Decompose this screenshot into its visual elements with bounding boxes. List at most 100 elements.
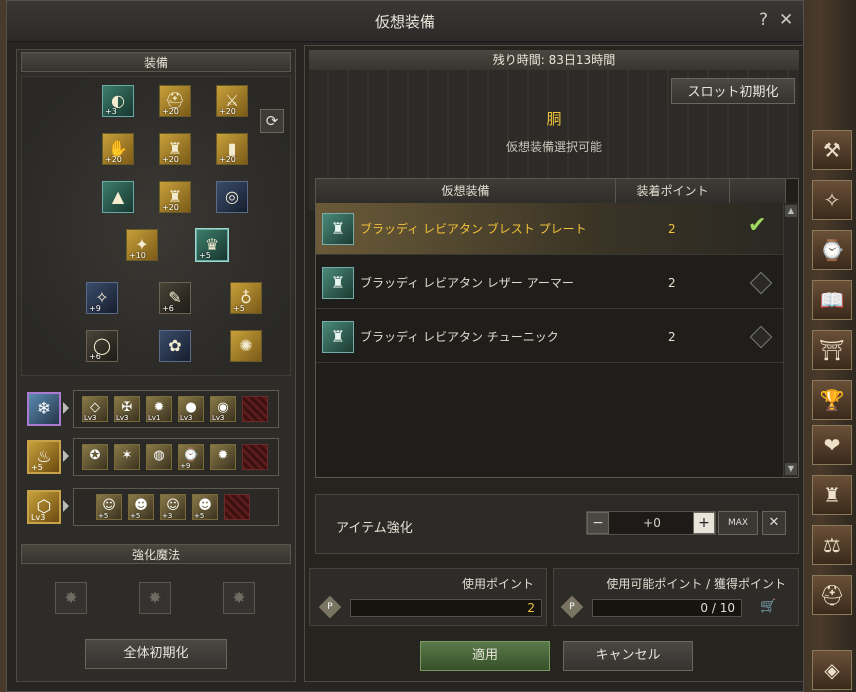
scroll-down-icon[interactable]: ▼ [785, 463, 797, 475]
gem-glyph: ✹ [153, 400, 165, 415]
reset-all-button[interactable]: 全体初期化 [85, 639, 227, 669]
heart-icon[interactable]: ❤ [812, 425, 852, 465]
check-icon[interactable]: ✔ [748, 213, 766, 238]
emerald-icon[interactable]: ✠ Lv3 [114, 396, 140, 422]
selection-panel: 残り時間: 83日13時間 スロット初期化 胴 仮想装備選択可能 仮想装備 装着… [304, 45, 804, 682]
axes-icon[interactable]: ⚒ [812, 130, 852, 170]
armor-icon: ♜ [322, 213, 354, 245]
scroll-up-icon[interactable]: ▲ [785, 205, 797, 217]
row-name: ブラッディ レビアタン チューニック [360, 330, 559, 344]
magic-slot-2[interactable]: ✸ [139, 582, 171, 614]
book-icon[interactable]: ✎ +6 [159, 282, 191, 314]
compass-star-icon[interactable]: ✧ [812, 180, 852, 220]
empty-slot-icon[interactable] [242, 444, 268, 470]
sapphire-icon[interactable]: ◉ Lv3 [210, 396, 236, 422]
knight-helmet-icon[interactable]: ⛑ [812, 575, 852, 615]
cancel-button[interactable]: キャンセル [563, 641, 693, 671]
title-bar: 仮想装備 ? ✕ [7, 1, 803, 42]
clock-icon[interactable]: ⌚ [812, 230, 852, 270]
clock-gem-icon[interactable]: ⌚ +9 [178, 444, 204, 470]
slot-reset-button[interactable]: スロット初期化 [671, 78, 795, 104]
table-row[interactable]: ♜ ブラッディ レビアタン レザー アーマー 2 [316, 257, 784, 309]
set-gem-slots: ✪ ✶ ◍ ⌚ +9 ✹ [73, 438, 279, 476]
gem-glyph: ● [185, 400, 197, 415]
doll-cat-icon[interactable]: ☻ +5 [192, 494, 218, 520]
slot-count: +6 [89, 352, 101, 361]
belt-icon[interactable]: ♜ +20 [159, 181, 191, 213]
shoulder-icon[interactable]: ⚔ +20 [216, 85, 248, 117]
gloves-icon[interactable]: ✋ +20 [102, 133, 134, 165]
doll-orange-icon[interactable]: ☺ +3 [160, 494, 186, 520]
available-points-box: 使用可能ポイント / 獲得ポイント P 0 / 10 🛒 [553, 568, 799, 626]
ring-icon[interactable]: ◯ +6 [86, 330, 118, 362]
temple-icon[interactable]: ⛩ [812, 330, 852, 370]
plus-button[interactable]: + [693, 512, 715, 534]
equip-grid: ⟳ ◐ +3 ⛑ +20 ⚔ +20 ✋ +20 ♜ +20 ▮ +20 ▲ ♜ +20 ◎ ✦ +10 ♛ +5 ✧ +… [21, 76, 291, 376]
scales-icon[interactable]: ⚖ [812, 525, 852, 565]
greaves-icon[interactable]: ▮ +20 [216, 133, 248, 165]
gem-level: Lv1 [148, 414, 161, 422]
trophy-icon[interactable]: 🏆 [812, 380, 852, 420]
minus-button[interactable]: − [587, 512, 609, 534]
unchecked-diamond-icon[interactable] [749, 271, 773, 295]
magic-slot-3[interactable]: ✸ [223, 582, 255, 614]
magic-slot-1[interactable]: ✸ [55, 582, 87, 614]
helmet-icon[interactable]: ⛑ +20 [159, 85, 191, 117]
table-scrollbar[interactable]: ▲ ▼ [783, 203, 798, 477]
slot-count: +20 [219, 155, 236, 164]
pearl-gem-icon[interactable]: ◍ [146, 444, 172, 470]
gem-glyph: ☺ [166, 498, 180, 513]
doll-pink-icon[interactable]: ☺ +5 [96, 494, 122, 520]
crystal-icon[interactable]: ❄ [27, 392, 61, 426]
max-button[interactable]: MAX [718, 511, 758, 535]
flame-gem-icon[interactable]: ✹ [210, 444, 236, 470]
orb-icon[interactable]: ♨ +5 [27, 440, 61, 474]
gem-glyph: ◍ [153, 448, 165, 463]
doll-red-icon[interactable]: ☻ +5 [128, 494, 154, 520]
refresh-icon[interactable]: ⟳ [260, 109, 284, 133]
armor-stand-icon[interactable]: ♜ [812, 475, 852, 515]
empty-slot-icon[interactable] [242, 396, 268, 422]
armor-icon[interactable]: ♜ +20 [159, 133, 191, 165]
chest-selected-icon[interactable]: ♛ +5 [195, 228, 229, 262]
available-points-value: 0 / 10 [592, 599, 742, 617]
help-icon[interactable]: ? [759, 10, 768, 30]
used-points-value: 2 [350, 599, 542, 617]
demon-gem-icon[interactable]: ✪ [82, 444, 108, 470]
amulet-icon[interactable]: ✺ [230, 330, 262, 362]
diamond-badge-icon[interactable]: ◈ [812, 650, 852, 690]
set-gem-slots: ◇ Lv3 ✠ Lv3 ✹ Lv1 ● Lv3 ◉ Lv3 [73, 390, 279, 428]
slot-count: +9 [89, 304, 101, 313]
table-row[interactable]: ♜ ブラッディ レビアタン チューニック 2 [316, 311, 784, 363]
row-points: 2 [668, 330, 676, 344]
pearl-icon[interactable]: ● Lv3 [178, 396, 204, 422]
weapon-icon[interactable]: ✦ +10 [126, 229, 158, 261]
slot-count: +20 [105, 155, 122, 164]
unchecked-diamond-icon[interactable] [749, 325, 773, 349]
row-points: 2 [668, 222, 676, 236]
star-gem-icon[interactable]: ✶ [114, 444, 140, 470]
enhance-label: アイテム強化 [336, 521, 413, 536]
rose-icon[interactable]: ✿ [159, 330, 191, 362]
arrow-right-icon [63, 402, 69, 414]
gem-level: +9 [180, 462, 191, 470]
cloak-icon[interactable]: ▲ [102, 181, 134, 213]
open-book-icon[interactable]: 📖 [812, 280, 852, 320]
diamond-icon[interactable]: ◇ Lv3 [82, 396, 108, 422]
bracelet-icon[interactable]: ◎ [216, 181, 248, 213]
point-icon: P [560, 595, 584, 619]
shirt-icon[interactable]: ♁ +5 [230, 282, 262, 314]
apply-button[interactable]: 適用 [420, 641, 550, 671]
point-icon: P [318, 595, 342, 619]
close-icon[interactable]: ✕ [779, 10, 793, 30]
table-row[interactable]: ♜ ブラッディ レビアタン ブレスト プレート 2 ✔ [316, 203, 784, 255]
ruby-icon[interactable]: ✹ Lv1 [146, 396, 172, 422]
pendant-icon[interactable]: ✧ +9 [86, 282, 118, 314]
virtual-equipment-window: 仮想装備 ? ✕ 装備 ⟳ ◐ +3 ⛑ +20 ⚔ +20 ✋ +20 ♜ +20 ▮ +20 ▲ ♜ +… [6, 0, 804, 692]
cart-icon[interactable]: 🛒 [760, 599, 776, 614]
empty-slot-icon[interactable] [224, 494, 250, 520]
clear-button[interactable]: ✕ [762, 511, 786, 535]
mask-icon[interactable]: ◐ +3 [102, 85, 134, 117]
hexagon-icon[interactable]: ⬡ Lv3 [27, 490, 61, 524]
enhance-stepper[interactable]: − +0 + [586, 511, 716, 535]
